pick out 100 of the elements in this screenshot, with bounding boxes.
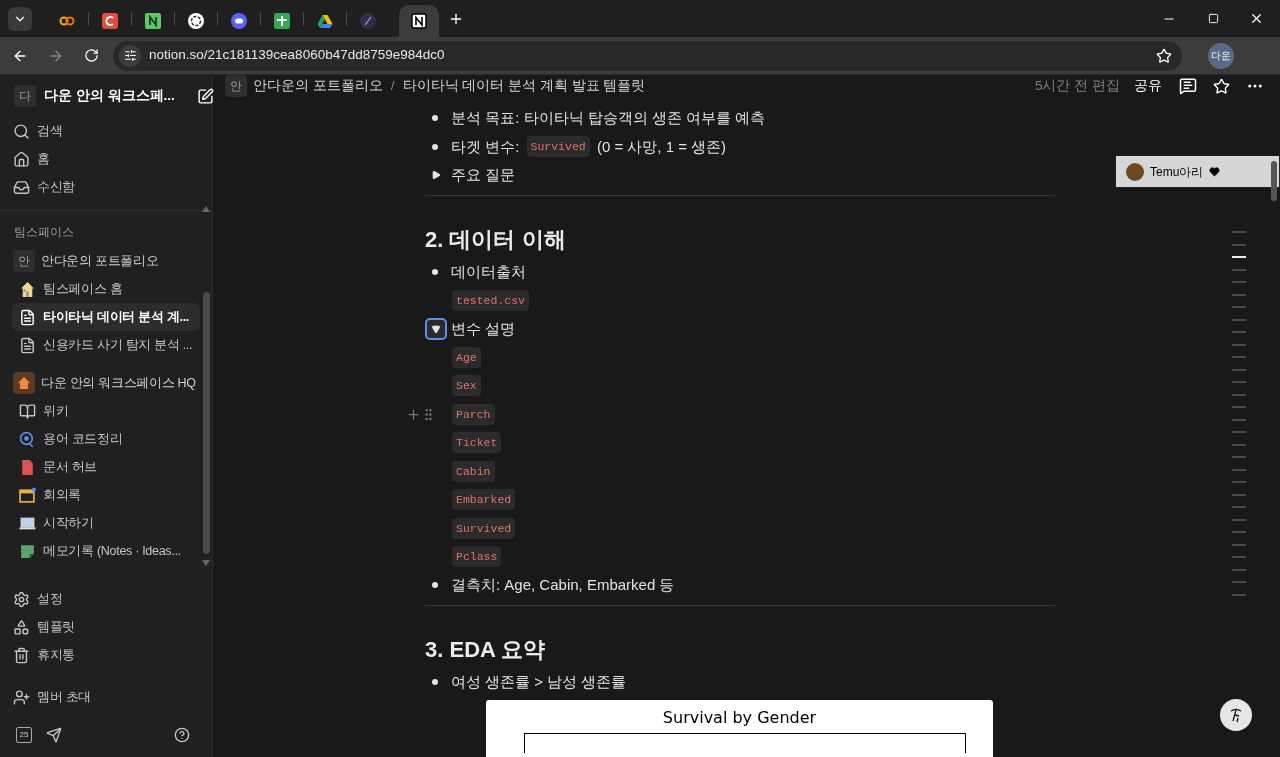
- outline-mark[interactable]: [1232, 368, 1246, 371]
- comment-icon[interactable]: [1179, 77, 1197, 95]
- share-button[interactable]: 공유: [1134, 75, 1162, 97]
- tab-list-button[interactable]: [8, 6, 32, 31]
- square-icon: [145, 13, 161, 29]
- sidebar-item[interactable]: 휴지통: [6, 641, 206, 669]
- help-icon[interactable]: [174, 727, 190, 743]
- sidebar-item[interactable]: 팀스페이스 홈: [12, 275, 200, 303]
- sidebar-item[interactable]: 위키: [12, 397, 200, 425]
- page-scrollbar-thumb[interactable]: [1271, 161, 1277, 201]
- inline-code: Survived: [526, 136, 590, 158]
- sidebar-item[interactable]: 회의록: [12, 481, 200, 509]
- maximize-icon[interactable]: [1208, 13, 1219, 24]
- house-icon: [19, 280, 36, 298]
- toggle-button[interactable]: [425, 317, 447, 340]
- browser-tab[interactable]: [399, 5, 439, 37]
- sidebar-item[interactable]: 용어 코드정리: [12, 425, 200, 453]
- section-heading: 3. EDA 요약: [425, 635, 546, 664]
- workspace-badge: 다: [14, 85, 36, 107]
- outline-mark[interactable]: [1232, 418, 1246, 421]
- search-icon: [13, 122, 30, 140]
- outline-mark[interactable]: [1232, 343, 1246, 346]
- sidebar-item[interactable]: 홈: [6, 145, 206, 173]
- calendar-icon: [19, 486, 36, 504]
- teamspace-item[interactable]: 다운 안의 워크스페이스 HQ: [0, 369, 212, 397]
- outline-mark[interactable]: [1232, 293, 1246, 296]
- outline-mark[interactable]: [1232, 318, 1246, 321]
- bullet-text: (0 = 사망, 1 = 생존): [595, 136, 727, 157]
- teamspace-item[interactable]: 안 안다운의 포트폴리오: [0, 247, 212, 275]
- shapes-icon: [13, 618, 30, 636]
- favorite-icon[interactable]: [1213, 77, 1230, 95]
- outline-mark[interactable]: [1232, 518, 1246, 521]
- sidebar-item[interactable]: 신용카드 사기 탐지 분석 ...: [12, 331, 200, 359]
- reload-icon[interactable]: [84, 48, 99, 63]
- assistant-button[interactable]: [1220, 699, 1252, 731]
- bullet-text: 여성 생존률 > 남성 생존률: [451, 671, 627, 692]
- note-icon: [19, 542, 36, 560]
- outline-mark[interactable]: [1232, 243, 1246, 246]
- outline-mark[interactable]: [1232, 593, 1246, 596]
- settings-icon: [13, 590, 30, 608]
- calendar-icon[interactable]: 25: [16, 727, 32, 743]
- target-icon: [19, 430, 36, 448]
- bullet-icon: [432, 143, 438, 150]
- workspace-name[interactable]: 다운 안의 워크스페...: [44, 85, 175, 107]
- profile-avatar[interactable]: 다운: [1208, 42, 1234, 69]
- page-icon: [19, 308, 36, 326]
- bullet-icon: [432, 268, 438, 275]
- outline-mark[interactable]: [1232, 493, 1246, 496]
- scrollbar-thumb[interactable]: [202, 292, 210, 554]
- teamspace-badge: 안: [13, 250, 35, 272]
- sidebar-item[interactable]: 멤버 초대: [6, 683, 206, 711]
- outline-mark[interactable]: [1232, 568, 1246, 571]
- bookmark-icon[interactable]: [1156, 47, 1172, 64]
- notebook-icon: [411, 13, 427, 29]
- inline-code: Cabin: [452, 460, 495, 482]
- outline-mark[interactable]: [1232, 543, 1246, 546]
- bullet-text: 타겟 변수:: [451, 136, 521, 157]
- breadcrumb-link[interactable]: 안다운의 포트폴리오: [253, 75, 383, 97]
- bullet-text: 분석 목표: 타이타닉 탑승객의 생존 여부를 예측: [451, 108, 766, 128]
- bullet-icon: [432, 678, 438, 685]
- bullet-icon: [432, 115, 438, 122]
- breadcrumb-link[interactable]: 타이타닉 데이터 분석 계획 발표 템플릿: [402, 75, 646, 97]
- section-heading: 2. 데이터 이해: [425, 225, 566, 254]
- page-icon: [19, 336, 36, 354]
- inline-code: Ticket: [452, 432, 502, 454]
- send-icon[interactable]: [46, 727, 62, 743]
- outline-mark[interactable]: [1232, 268, 1246, 271]
- scroll-up-icon[interactable]: [202, 206, 210, 212]
- address-bar[interactable]: notion.so/21c181139cea8060b47dd8759e984dc0: [113, 40, 1182, 71]
- outline-mark[interactable]: [1232, 443, 1246, 446]
- avatar: [1126, 162, 1144, 181]
- sidebar-item[interactable]: 수신함: [6, 173, 206, 201]
- new-page-icon[interactable]: [196, 87, 214, 105]
- sidebar-item[interactable]: 설정: [6, 585, 206, 613]
- grid-icon: [274, 13, 290, 29]
- app-tile-icon: [102, 13, 118, 29]
- edited-time: 5시간 전 편집: [1035, 76, 1120, 95]
- bullet-icon: [432, 582, 438, 589]
- inline-code: Pclass: [452, 546, 502, 568]
- outline-mark[interactable]: [1232, 393, 1246, 396]
- breadcrumb-separator: /: [390, 76, 395, 95]
- pen-icon: [360, 13, 376, 29]
- sidebar-item[interactable]: 문서 허브: [12, 453, 200, 481]
- sidebar-item[interactable]: 메모기록 (Notes · Ideas...: [12, 537, 200, 565]
- inbox-icon: [13, 178, 30, 196]
- scroll-down-icon[interactable]: [202, 560, 210, 566]
- close-icon[interactable]: [1249, 11, 1264, 26]
- sidebar-item[interactable]: 템플릿: [6, 613, 206, 641]
- add-icon[interactable]: [406, 406, 421, 422]
- home-icon: [13, 150, 30, 168]
- outline-mark[interactable]: [1232, 468, 1246, 471]
- sidebar-item[interactable]: 시작하기: [12, 509, 200, 537]
- section-label: 팀스페이스: [13, 225, 75, 241]
- sidebar-item[interactable]: 검색: [6, 117, 206, 145]
- caret-down-icon: [431, 323, 441, 334]
- triangle-icon: [317, 13, 333, 29]
- site-settings-icon[interactable]: [123, 49, 137, 62]
- sidebar-item[interactable]: 타이타닉 데이터 분석 계...: [12, 303, 200, 331]
- bullet-text: 데이터출처: [451, 261, 526, 282]
- inline-code: Sex: [452, 375, 481, 397]
